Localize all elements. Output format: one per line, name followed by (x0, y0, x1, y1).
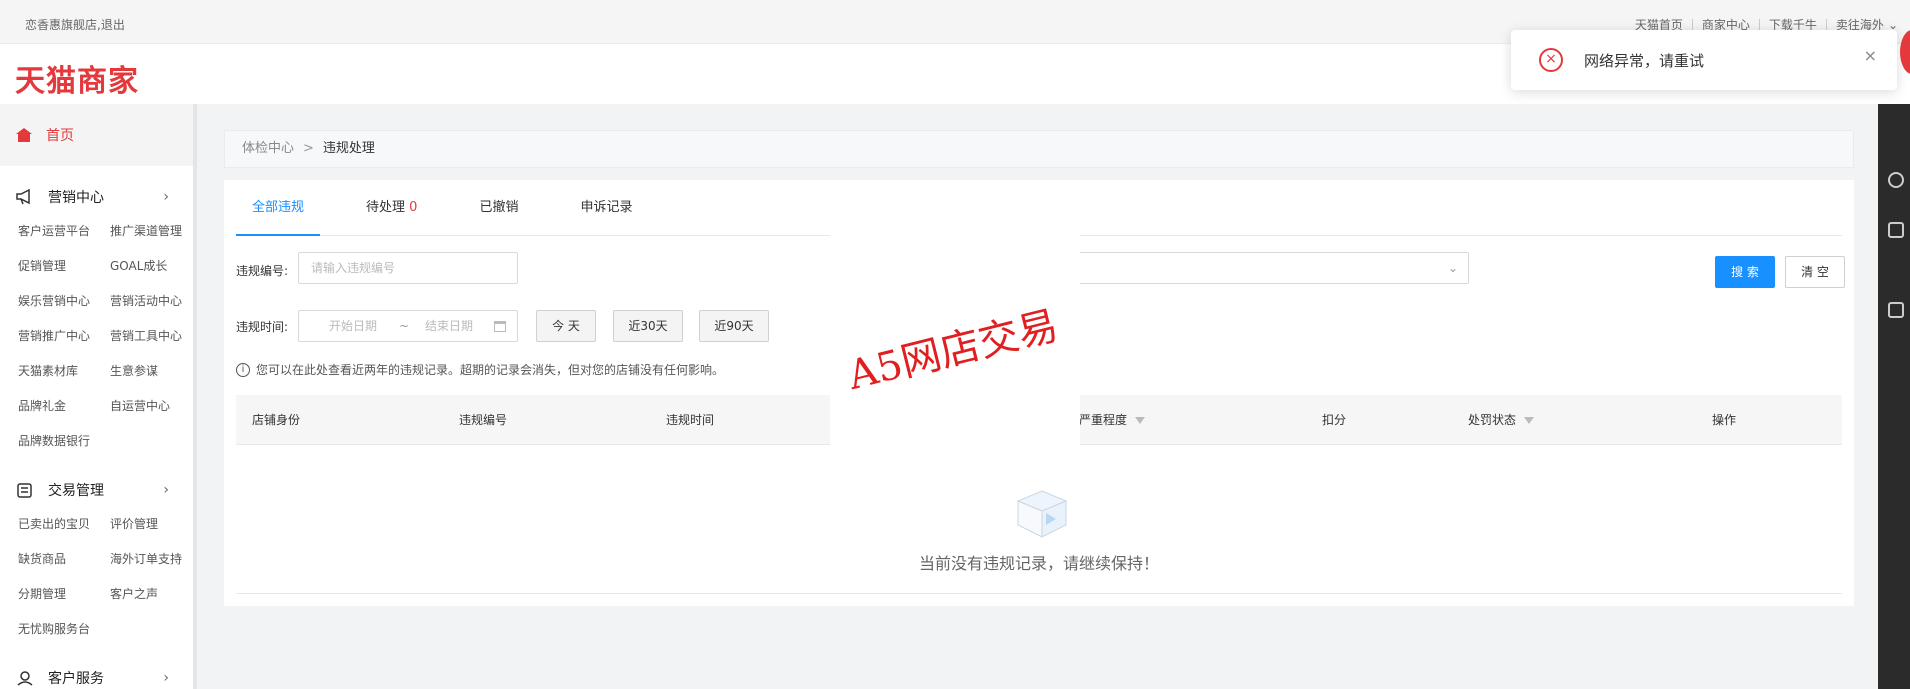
empty-state-text: 当前没有违规记录，请继续保持！ (918, 554, 1159, 573)
severity-select[interactable]: ⌄ (1074, 252, 1469, 284)
sidebar-item[interactable]: 缺货商品 (18, 542, 110, 577)
divider (1825, 18, 1827, 31)
date-range-picker[interactable]: 开始日期 ~ 结束日期 (298, 310, 518, 342)
order-icon (17, 483, 32, 498)
error-icon: × (1539, 48, 1563, 72)
end-date[interactable]: 结束日期 (425, 311, 473, 341)
sidebar-item[interactable]: 天猫素材库 (18, 354, 110, 389)
sidebar-item[interactable]: 推广渠道管理 (110, 214, 193, 249)
tab-revoked[interactable]: 已撤销 (463, 180, 534, 236)
breadcrumb-current: 违规处理 (322, 141, 375, 156)
last-30-days-button[interactable]: 近30天 (613, 310, 683, 342)
empty-box-icon (1016, 490, 1068, 538)
chevron-right-icon: › (163, 670, 169, 686)
close-icon[interactable]: × (1864, 46, 1877, 65)
pending-count: 0 (409, 200, 418, 215)
info-icon: i (236, 362, 250, 377)
col-severity[interactable]: 严重程度 (1079, 395, 1146, 445)
home-icon (16, 128, 32, 142)
col-penalty-status[interactable]: 处罚状态 (1468, 395, 1535, 445)
sidebar-item[interactable]: 娱乐营销中心 (18, 284, 110, 319)
breadcrumb: 体检中心 > 违规处理 (224, 130, 1854, 168)
customer-icon (17, 671, 33, 686)
range-separator: ~ (399, 319, 410, 333)
start-date[interactable]: 开始日期 (329, 311, 377, 341)
col-shop-identity: 店铺身份 (252, 413, 301, 427)
sidebar-item[interactable]: 海外订单支持 (110, 542, 193, 577)
calendar-icon (494, 321, 506, 332)
chevron-right-icon: › (163, 189, 169, 205)
error-toast: × 网络异常，请重试 × (1511, 30, 1897, 90)
toast-message: 网络异常，请重试 (1584, 52, 1705, 70)
col-label: 严重程度 (1079, 413, 1128, 427)
chevron-down-icon: ⌄ (1447, 261, 1458, 275)
marketing-submenu: 客户运营平台 推广渠道管理 促销管理 GOAL成长 娱乐营销中心 营销活动中心 … (0, 214, 193, 459)
section-title: 交易管理 (48, 483, 104, 499)
filter-icon[interactable] (1135, 417, 1146, 424)
sidebar-item[interactable]: 营销工具中心 (110, 319, 193, 354)
megaphone-icon (16, 189, 30, 205)
sidebar-section-marketing[interactable]: 营销中心 › (0, 180, 193, 214)
sidebar-item-label: 首页 (46, 128, 74, 144)
logo[interactable]: 天猫商家 (15, 56, 139, 100)
sidebar-item[interactable]: 营销推广中心 (18, 319, 110, 354)
user-info[interactable]: 恋香惠旗舰店,退出 (25, 16, 125, 33)
breadcrumb-parent[interactable]: 体检中心 (242, 141, 294, 156)
sidebar-section-trade[interactable]: 交易管理 › (0, 473, 193, 507)
today-button[interactable]: 今 天 (536, 310, 596, 342)
tab-label: 待处理 (366, 200, 406, 215)
sidebar-item[interactable]: 自运营中心 (110, 389, 193, 424)
divider (1691, 18, 1693, 31)
tab-all-violations[interactable]: 全部违规 (236, 180, 321, 236)
tab-pending[interactable]: 待处理 0 (350, 180, 433, 236)
right-tool-strip (1878, 104, 1910, 689)
sidebar-item[interactable]: 已卖出的宝贝 (18, 507, 110, 542)
divider (236, 593, 1842, 594)
headset-icon[interactable] (1888, 172, 1904, 188)
sidebar-item-home[interactable]: 首页 (0, 104, 193, 166)
violation-time-label: 违规时间: (236, 320, 289, 334)
sidebar-item[interactable]: GOAL成长 (110, 249, 193, 284)
col-violation-time: 违规时间 (666, 413, 715, 427)
sidebar-item[interactable]: 无忧购服务台 (18, 612, 110, 647)
sidebar-item[interactable]: 客户运营平台 (18, 214, 110, 249)
filter-icon[interactable] (1524, 417, 1535, 424)
tab-label: 全部违规 (252, 200, 305, 215)
clear-button[interactable]: 清 空 (1785, 256, 1845, 288)
trade-submenu: 已卖出的宝贝 评价管理 缺货商品 海外订单支持 分期管理 客户之声 无忧购服务台 (0, 507, 193, 647)
tip-text: 您可以在此处查看近两年的违规记录。超期的记录会消失，但对您的店铺没有任何影响。 (256, 363, 725, 377)
sidebar-item[interactable]: 营销活动中心 (110, 284, 193, 319)
sidebar-item[interactable]: 客户之声 (110, 577, 193, 612)
sidebar-section-customer[interactable]: 客户服务 › (0, 661, 193, 689)
search-button[interactable]: 搜 索 (1715, 256, 1775, 288)
section-title: 营销中心 (48, 190, 104, 206)
violation-id-label: 违规编号: (236, 264, 289, 278)
sidebar-item[interactable]: 品牌礼金 (18, 389, 110, 424)
tab-label: 已撤销 (479, 200, 519, 215)
col-label: 处罚状态 (1468, 413, 1517, 427)
sidebar-item[interactable]: 分期管理 (18, 577, 110, 612)
edit-icon[interactable] (1888, 222, 1904, 238)
tab-label: 申诉记录 (580, 200, 633, 215)
phone-icon[interactable] (1888, 302, 1904, 318)
sidebar-item[interactable]: 评价管理 (110, 507, 193, 542)
col-violation-id: 违规编号 (459, 413, 508, 427)
section-title: 客户服务 (48, 671, 104, 687)
col-actions: 操作 (1712, 413, 1737, 427)
sidebar: 首页 营销中心 › 客户运营平台 推广渠道管理 促销管理 GOAL成长 娱乐营销… (0, 104, 197, 689)
divider (1758, 18, 1760, 31)
sidebar-item[interactable]: 促销管理 (18, 249, 110, 284)
violation-id-input[interactable]: 请输入违规编号 (298, 252, 518, 284)
last-90-days-button[interactable]: 近90天 (699, 310, 769, 342)
sidebar-item[interactable]: 品牌数据银行 (18, 424, 110, 459)
sidebar-item[interactable]: 生意参谋 (110, 354, 193, 389)
info-tip: i 您可以在此处查看近两年的违规记录。超期的记录会消失，但对您的店铺没有任何影响… (236, 361, 724, 378)
breadcrumb-separator: > (303, 141, 314, 156)
col-points: 扣分 (1322, 413, 1347, 427)
tab-appeal-records[interactable]: 申诉记录 (564, 180, 648, 236)
chevron-right-icon: › (163, 482, 169, 498)
